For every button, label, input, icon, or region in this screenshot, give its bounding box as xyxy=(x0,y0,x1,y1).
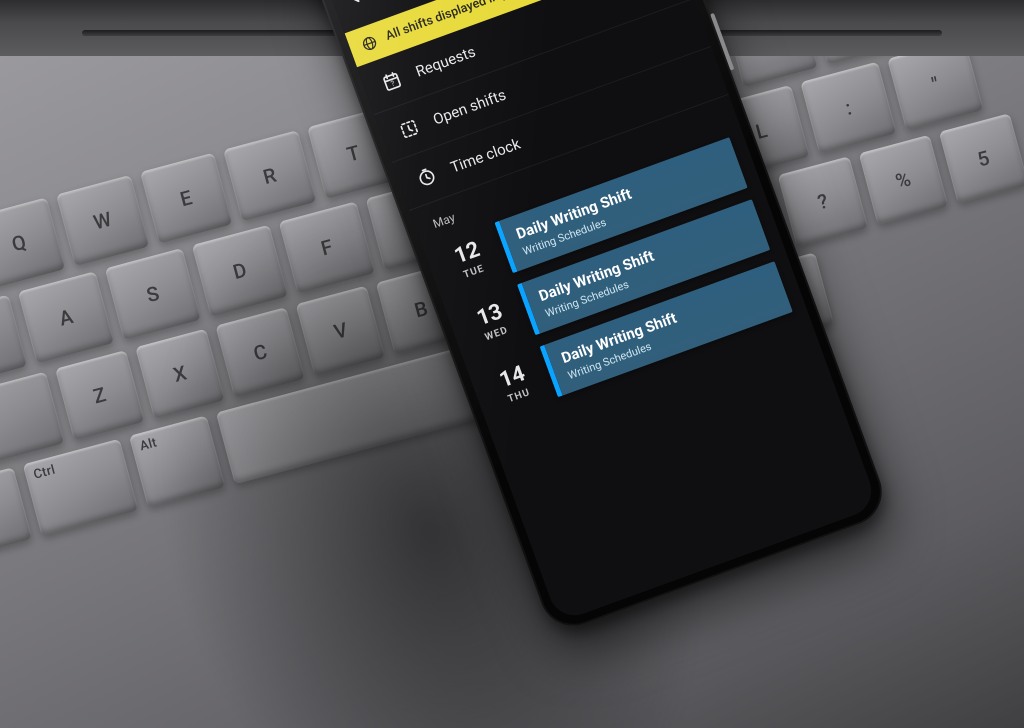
date-column: 12 TUE xyxy=(440,227,500,293)
key-percent: % xyxy=(858,135,948,225)
key-colon: : xyxy=(800,62,896,154)
key-qm: ? xyxy=(778,156,868,246)
key-quote: " xyxy=(887,56,983,130)
svg-text:?: ? xyxy=(389,78,396,88)
back-button[interactable] xyxy=(343,0,371,9)
photo-scene: Tab Q W E R T Y U I O P { } Caps A S D F xyxy=(0,0,1024,728)
key-5: 5 xyxy=(939,113,1024,203)
date-column: 14 THU xyxy=(485,351,545,417)
nav-label: Open shifts xyxy=(430,85,508,128)
date-column: 13 WED xyxy=(462,289,522,355)
nav-label: Time clock xyxy=(448,134,523,176)
globe-icon xyxy=(359,33,380,54)
nav-label: Requests xyxy=(413,42,478,80)
